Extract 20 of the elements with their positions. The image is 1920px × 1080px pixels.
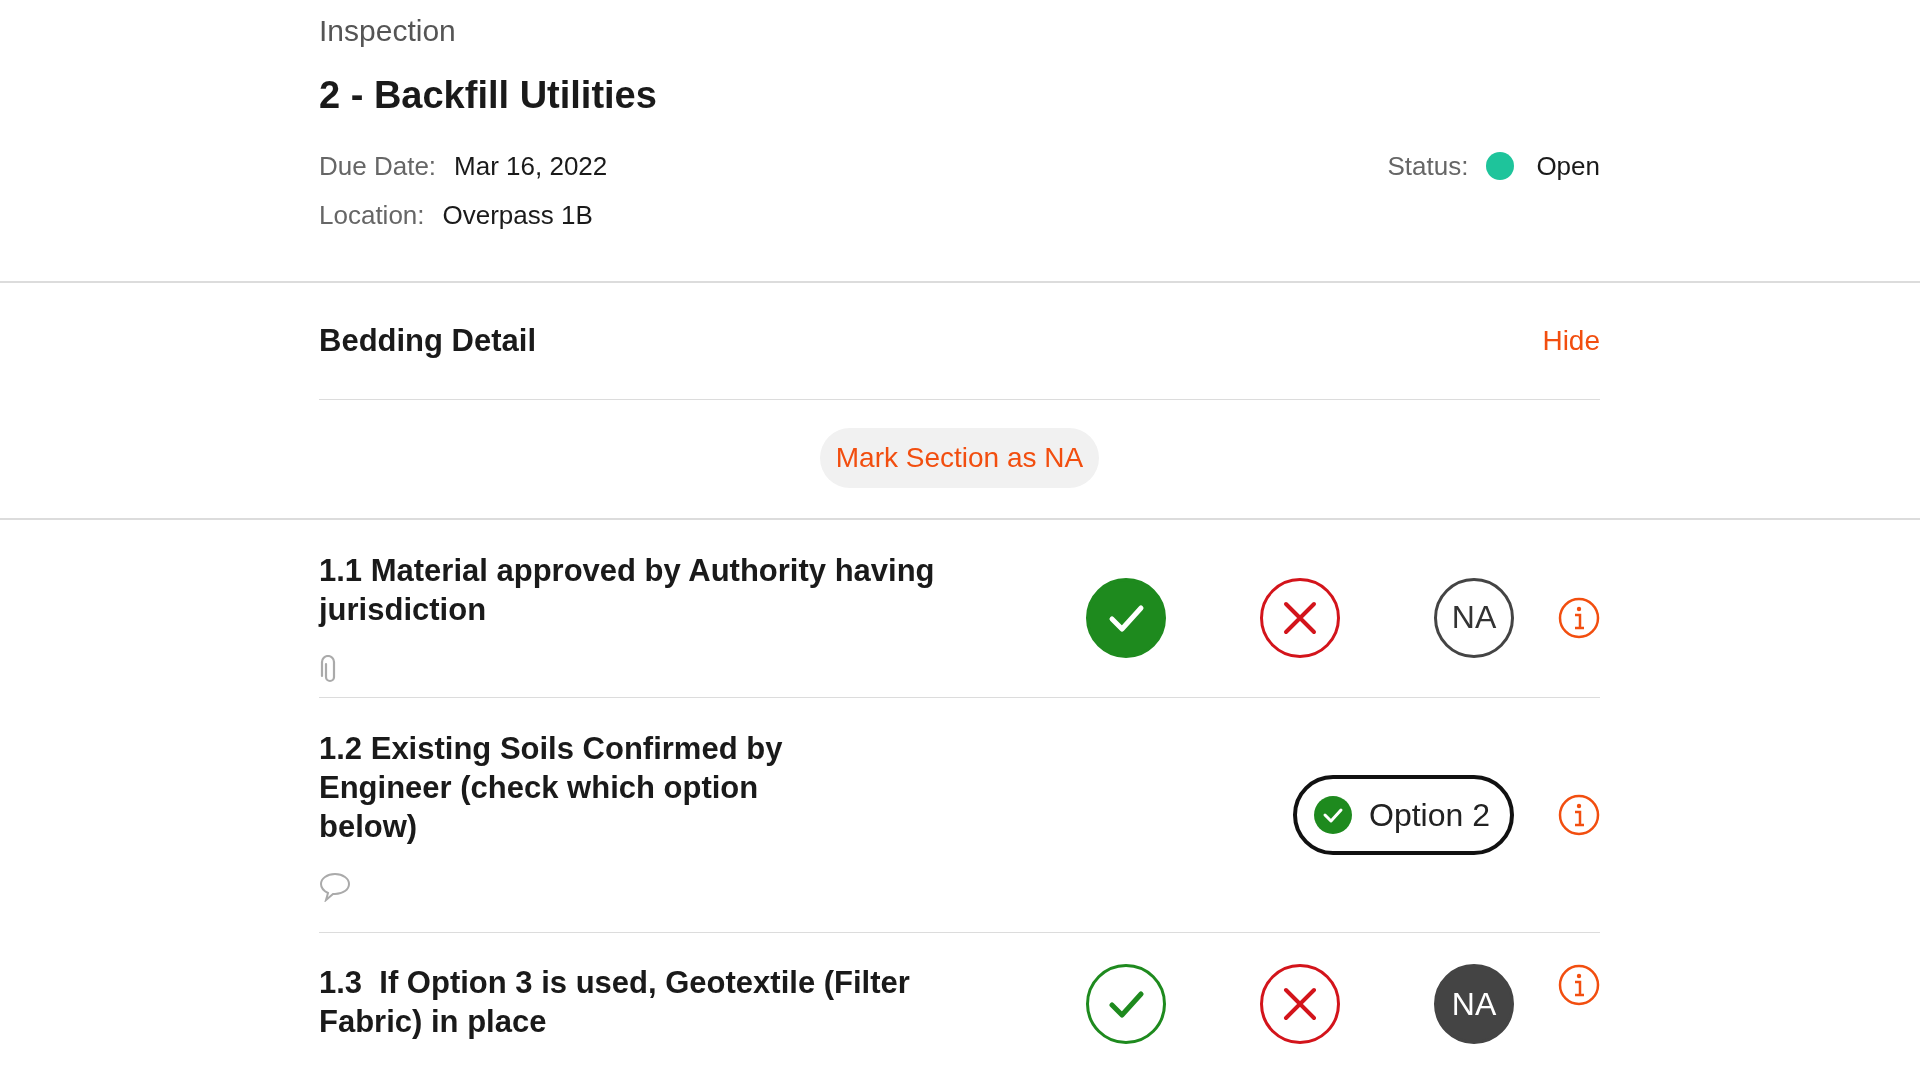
info-icon[interactable]: [1558, 794, 1600, 836]
inspection-title: 2 - Backfill Utilities: [319, 74, 657, 117]
field-label: Due Date:: [319, 151, 437, 182]
breadcrumb: Inspection: [319, 13, 456, 48]
field-value: Mar 16, 2022: [454, 151, 608, 182]
section-title: Bedding Detail: [319, 323, 536, 359]
option-chip[interactable]: Option 2: [1293, 775, 1514, 855]
na-button[interactable]: NA: [1434, 577, 1514, 658]
field-value: Overpass 1B: [442, 200, 593, 231]
status-label: Status:: [1387, 150, 1469, 182]
checklist-item-text: 1.3 If Option 3 is used, Geotextile (Filter Fabric) in place: [319, 964, 911, 1041]
checklist-item-text: 1.2 Existing Soils Confirmed by Engineer (check which option below): [319, 729, 784, 846]
comment-icon[interactable]: [319, 871, 351, 902]
checklist-item-text: 1.1 Material approved by Authority having jurisdiction: [319, 551, 936, 629]
status-value: Open: [1536, 150, 1600, 182]
hide-link[interactable]: Hide: [1542, 325, 1600, 357]
info-icon[interactable]: [1558, 596, 1600, 639]
na-button[interactable]: NA: [1434, 964, 1514, 1044]
info-icon[interactable]: [1558, 964, 1600, 1006]
field-label: Location:: [319, 200, 425, 231]
